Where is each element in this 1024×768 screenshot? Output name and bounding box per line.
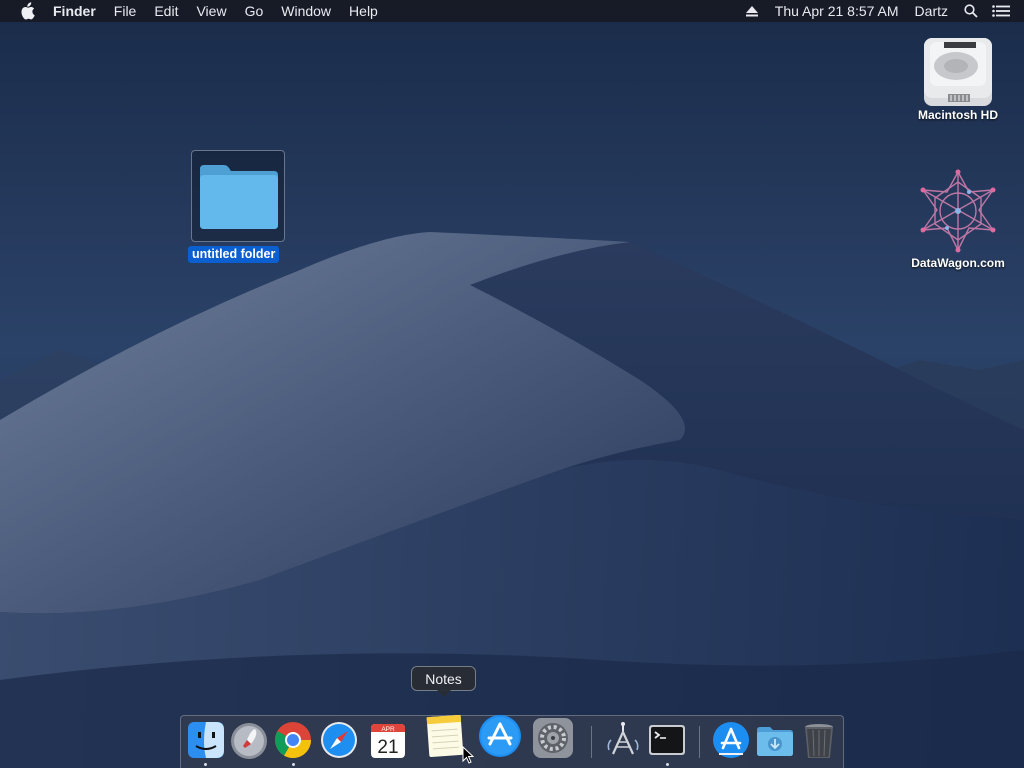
datawagon-logo-icon <box>920 169 996 253</box>
downloads-folder-icon[interactable] <box>755 720 795 760</box>
desktop: Finder File Edit View Go Window Help Thu… <box>0 0 1024 768</box>
macintosh-hd-label: Macintosh HD <box>917 108 998 122</box>
menu-help[interactable]: Help <box>340 0 387 22</box>
menu-view[interactable]: View <box>187 0 235 22</box>
safari-icon[interactable] <box>319 720 359 760</box>
terminal-icon[interactable] <box>647 720 687 760</box>
network-radar-icon[interactable] <box>603 720 643 760</box>
launchpad-icon[interactable] <box>229 720 269 760</box>
clock[interactable]: Thu Apr 21 8:57 AM <box>767 0 907 22</box>
terminal-running-dot <box>666 763 669 766</box>
chrome-icon[interactable] <box>273 720 313 760</box>
spotlight-search-icon[interactable] <box>956 0 986 22</box>
dock-tooltip-arrow <box>437 690 451 697</box>
macintosh-hd[interactable]: Macintosh HD <box>906 32 1010 122</box>
apple-menu-icon[interactable] <box>19 2 37 20</box>
calendar-month: APR <box>381 726 395 733</box>
untitled-folder-icon[interactable] <box>191 150 285 242</box>
menu-edit[interactable]: Edit <box>145 0 187 22</box>
finder-icon[interactable] <box>186 720 226 760</box>
status-area: Thu Apr 21 8:57 AM Dartz <box>737 0 1024 22</box>
system-preferences-icon[interactable] <box>531 716 575 760</box>
dock: APR 21 <box>180 712 844 768</box>
calendar-day: 21 <box>377 737 398 758</box>
app-store-icon[interactable] <box>477 713 523 759</box>
menu-app-finder[interactable]: Finder <box>53 0 105 22</box>
menu-window[interactable]: Window <box>272 0 340 22</box>
user-name[interactable]: Dartz <box>907 0 956 22</box>
wallpaper <box>0 0 1024 768</box>
hard-drive-icon <box>924 38 992 106</box>
untitled-folder-label[interactable]: untitled folder <box>188 246 280 263</box>
notes-icon[interactable] <box>423 712 467 760</box>
mouse-cursor <box>462 746 474 764</box>
calendar-icon[interactable]: APR 21 <box>368 720 408 760</box>
finder-running-dot <box>204 763 207 766</box>
dock-separator <box>591 726 592 758</box>
app-store-downloads-icon[interactable] <box>711 720 751 760</box>
dock-separator-2 <box>699 726 700 758</box>
dock-tooltip: Notes <box>411 666 476 691</box>
notification-center-icon[interactable] <box>986 0 1016 22</box>
menu-file[interactable]: File <box>105 0 146 22</box>
eject-icon[interactable] <box>737 0 767 22</box>
trash-icon[interactable] <box>799 720 839 760</box>
menu-bar: Finder File Edit View Go Window Help Thu… <box>0 0 1024 22</box>
chrome-running-dot <box>292 763 295 766</box>
datawagon-app[interactable]: DataWagon.com <box>896 168 1020 270</box>
datawagon-label: DataWagon.com <box>911 256 1005 270</box>
menu-go[interactable]: Go <box>236 0 273 22</box>
